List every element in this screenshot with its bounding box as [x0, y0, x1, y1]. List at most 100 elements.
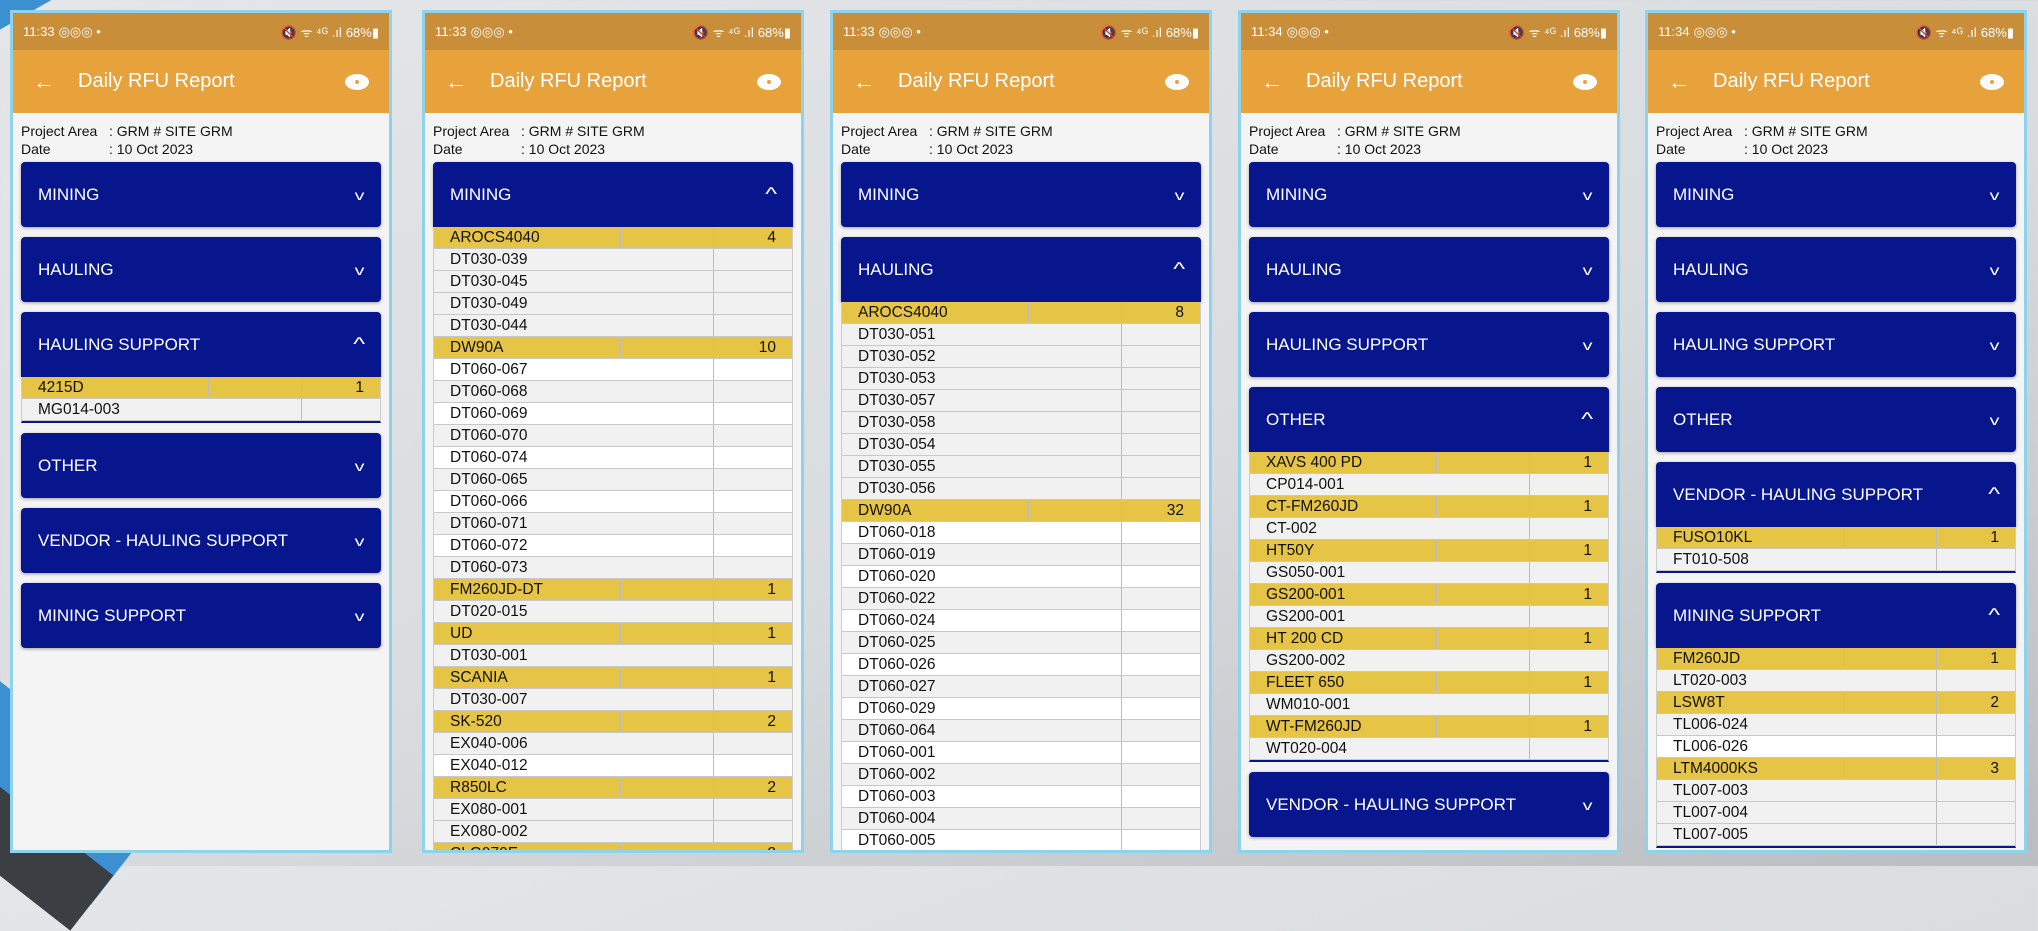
section-header-hauling[interactable]: HAULING v: [1249, 237, 1609, 302]
section-header-mining[interactable]: MINING v: [1249, 162, 1609, 227]
chevron-down-icon[interactable]: v: [355, 533, 365, 549]
report-meta: Project Area: GRM # SITE GRM Date: 10 Oct…: [13, 113, 389, 160]
chevron-down-icon[interactable]: v: [1990, 337, 2000, 353]
report-meta: Project Area: GRM # SITE GRM Date: 10 Oct…: [1648, 113, 2024, 160]
model-group-row: HT50Y 1: [1250, 540, 1608, 562]
unit-row: CP014-001: [1250, 474, 1608, 496]
model-name: CLG970E: [434, 843, 621, 850]
chevron-up-icon[interactable]: ^: [1581, 409, 1593, 430]
model-count: 2: [767, 712, 776, 730]
section-header-vendor-hauling-support[interactable]: VENDOR - HAULING SUPPORT ^: [1656, 462, 2016, 527]
unit-row: DT060-019: [842, 544, 1200, 566]
unit-code: DT060-064: [842, 720, 1122, 741]
chevron-down-icon[interactable]: v: [1583, 337, 1593, 353]
section-header-hauling[interactable]: HAULING v: [1656, 237, 2016, 302]
model-name: AROCS4040: [434, 227, 621, 248]
section-header-mining[interactable]: MINING v: [841, 162, 1201, 227]
chevron-up-icon[interactable]: ^: [1988, 484, 2000, 505]
model-group-row: 4215D 1: [22, 377, 380, 399]
model-count: 1: [1990, 649, 1999, 667]
chevron-down-icon[interactable]: v: [355, 187, 365, 203]
chevron-down-icon[interactable]: v: [1583, 187, 1593, 203]
model-name: FUSO10KL: [1657, 527, 1844, 548]
chevron-up-icon[interactable]: ^: [1173, 259, 1185, 280]
unit-code: EX040-006: [434, 733, 714, 754]
chevron-down-icon[interactable]: v: [355, 262, 365, 278]
section-header-vendor-hauling-support[interactable]: VENDOR - HAULING SUPPORT v: [21, 508, 381, 573]
eye-icon[interactable]: [757, 73, 781, 90]
unit-code: EX040-012: [434, 755, 714, 776]
section-header-mining-support[interactable]: MINING SUPPORT ^: [1656, 583, 2016, 648]
section-header-other[interactable]: OTHER v: [21, 433, 381, 498]
section-title: HAULING: [858, 259, 934, 279]
notification-icons: ◎◎◎ •: [58, 23, 101, 39]
notification-icons: ◎◎◎ •: [470, 23, 513, 39]
chevron-down-icon[interactable]: v: [1990, 187, 2000, 203]
section-list: MINING v HAULING v HAULING SUPPORT v OTHER v VEN…: [1648, 162, 2024, 848]
chevron-up-icon[interactable]: ^: [1988, 605, 2000, 626]
page-title: Daily RFU Report: [1713, 70, 1870, 92]
unit-code: DT030-044: [434, 315, 714, 336]
section-header-other[interactable]: OTHER ^: [1249, 387, 1609, 452]
section-header-mining[interactable]: MINING v: [21, 162, 381, 227]
chevron-down-icon[interactable]: v: [1583, 797, 1593, 813]
project-area-label: Project Area: [1656, 123, 1733, 139]
chevron-down-icon[interactable]: v: [1583, 262, 1593, 278]
section-other: OTHER v: [21, 433, 381, 498]
report-date-label: Date: [21, 141, 51, 157]
unit-row: DT060-073: [434, 557, 792, 579]
section-header-other[interactable]: OTHER v: [1656, 387, 2016, 452]
unit-code: DT060-073: [434, 557, 714, 578]
eye-icon[interactable]: [345, 73, 369, 90]
status-time: 11:34: [1658, 23, 1690, 39]
unit-row: EX040-006: [434, 733, 792, 755]
chevron-down-icon[interactable]: v: [355, 458, 365, 474]
back-arrow-icon[interactable]: ←: [445, 69, 485, 95]
battery-level: 68%: [345, 24, 372, 40]
report-meta: Project Area: GRM # SITE GRM Date: 10 Oct…: [425, 113, 801, 160]
chevron-up-icon[interactable]: ^: [765, 184, 777, 205]
equipment-table: AROCS4040 4 DT030-039 DT030-045 DT030-049 DT0…: [433, 227, 793, 850]
back-arrow-icon[interactable]: ←: [853, 69, 893, 95]
section-header-mining-support[interactable]: MINING SUPPORT v: [21, 583, 381, 648]
section-header-hauling[interactable]: HAULING v: [21, 237, 381, 302]
unit-code: DT030-054: [842, 434, 1122, 455]
eye-icon[interactable]: [1165, 73, 1189, 90]
section-header-vendor-hauling-support[interactable]: VENDOR - HAULING SUPPORT v: [1249, 772, 1609, 837]
row-divider: [621, 667, 714, 688]
app-bar: ← Daily RFU Report: [1241, 50, 1617, 113]
section-header-mining[interactable]: MINING ^: [433, 162, 793, 227]
chevron-down-icon[interactable]: v: [1175, 187, 1185, 203]
battery-icon: ▮: [2006, 24, 2014, 40]
section-title: HAULING: [1266, 259, 1342, 279]
model-group-row: GS200-001 1: [1250, 584, 1608, 606]
chevron-down-icon[interactable]: v: [1990, 412, 2000, 428]
unit-code: DT030-001: [434, 645, 714, 666]
eye-icon[interactable]: [1573, 73, 1597, 90]
unit-code: DT030-058: [842, 412, 1122, 433]
chevron-down-icon[interactable]: v: [355, 608, 365, 624]
back-arrow-icon[interactable]: ←: [1261, 69, 1301, 95]
unit-code: DT060-074: [434, 447, 714, 468]
model-name: XAVS 400 PD: [1250, 452, 1437, 473]
section-vendor-hauling-support: VENDOR - HAULING SUPPORT ^ FUSO10KL 1 FT010-…: [1656, 462, 2016, 573]
section-header-hauling-support[interactable]: HAULING SUPPORT ^: [21, 312, 381, 377]
section-mining: MINING v: [841, 162, 1201, 227]
model-name: CT-FM260JD: [1250, 496, 1437, 517]
section-other: OTHER v: [1656, 387, 2016, 452]
eye-icon[interactable]: [1980, 73, 2004, 90]
section-header-hauling-support[interactable]: HAULING SUPPORT v: [1249, 312, 1609, 377]
signal-icon: 🔇 ᯤ ⁴ᴳ .ıl: [1100, 24, 1162, 40]
section-vendor-hauling-support: VENDOR - HAULING SUPPORT v: [1249, 772, 1609, 837]
chevron-up-icon[interactable]: ^: [353, 334, 365, 355]
unit-row: DT060-022: [842, 588, 1200, 610]
model-count: 1: [767, 668, 776, 686]
status-right: 🔇 ᯤ ⁴ᴳ .ıl 68%▮: [693, 23, 791, 41]
row-divider: [621, 337, 714, 358]
chevron-down-icon[interactable]: v: [1990, 262, 2000, 278]
back-arrow-icon[interactable]: ←: [1668, 69, 1708, 95]
section-header-mining[interactable]: MINING v: [1656, 162, 2016, 227]
section-header-hauling[interactable]: HAULING ^: [841, 237, 1201, 302]
back-arrow-icon[interactable]: ←: [33, 69, 73, 95]
section-header-hauling-support[interactable]: HAULING SUPPORT v: [1656, 312, 2016, 377]
